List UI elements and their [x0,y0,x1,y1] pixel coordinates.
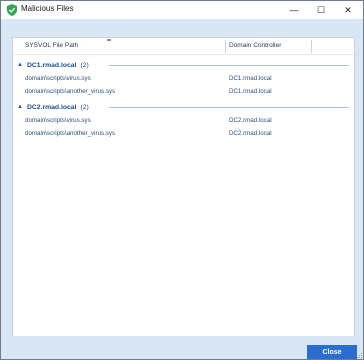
row-dc-cell[interactable]: DC1.rmad.local [229,88,272,95]
sort-indicator-icon [107,39,111,41]
shield-check-icon [7,4,17,16]
group-count: (2) [80,103,89,111]
close-window-button[interactable]: ✕ [335,1,361,19]
group-divider [109,65,349,66]
column-header-sysvol-path[interactable]: SYSVOL File Path [25,42,78,49]
grid-header: SYSVOL File Path Domain Controller [13,38,354,55]
title-bar[interactable]: Malicious Files — ☐ ✕ [1,1,363,19]
dialog-footer: Close [1,336,363,359]
collapse-chevron-icon[interactable]: ▲ [17,62,23,68]
row-path-cell[interactable]: domain\scripts\another_virus.sys [25,88,115,95]
malicious-files-grid[interactable]: SYSVOL File Path Domain Controller ▲ DC1… [12,37,355,355]
column-header-domain-controller[interactable]: Domain Controller [229,42,281,49]
row-path-cell[interactable]: domain\scripts\another_virus.sys [25,130,115,137]
column-divider[interactable] [225,40,226,53]
malicious-files-window: Malicious Files — ☐ ✕ SYSVOL File Path D… [0,0,364,360]
resize-grip-icon[interactable] [356,352,363,359]
group-name: DC2.rmad.local [26,103,77,111]
content-area: SYSVOL File Path Domain Controller ▲ DC1… [1,19,363,359]
row-path-cell[interactable]: domain\scripts\virus.sys [25,75,91,82]
group-name: DC1.rmad.local [26,61,77,69]
window-title: Malicious Files [21,4,74,13]
row-path-cell[interactable]: domain\scripts\virus.sys [25,117,91,124]
maximize-button[interactable]: ☐ [308,1,334,19]
row-dc-cell[interactable]: DC2.rmad.local [229,130,272,137]
close-button[interactable]: Close [307,345,357,359]
group-count: (2) [80,61,89,69]
group-header-dc1[interactable]: ▲ DC1.rmad.local (2) [17,60,89,70]
minimize-button[interactable]: — [281,1,307,19]
row-dc-cell[interactable]: DC2.rmad.local [229,117,272,124]
column-divider[interactable] [311,40,312,53]
collapse-chevron-icon[interactable]: ▲ [17,104,23,110]
group-header-dc2[interactable]: ▲ DC2.rmad.local (2) [17,102,89,112]
group-divider [109,107,349,108]
row-dc-cell[interactable]: DC1.rmad.local [229,75,272,82]
